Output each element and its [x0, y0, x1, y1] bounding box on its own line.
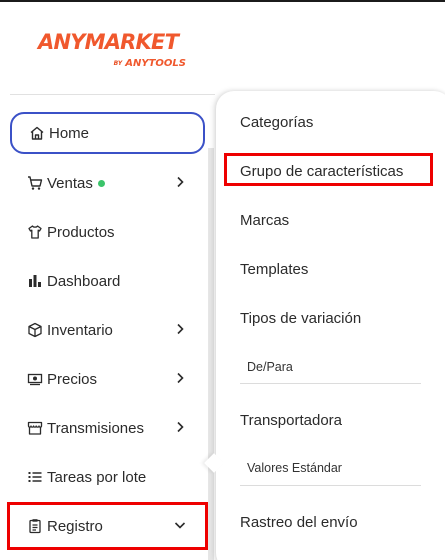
- app-frame: ANYMARKET BY ANYTOOLS Home Ventas Product: [0, 0, 445, 560]
- chevron-right-icon: [177, 323, 184, 335]
- submenu-subitem-de-para[interactable]: De/Para: [247, 360, 293, 374]
- money-icon: [26, 370, 44, 388]
- chevron-right-icon: [177, 372, 184, 384]
- sidebar-item-ventas[interactable]: Ventas: [10, 162, 205, 204]
- chevron-right-icon: [177, 421, 184, 433]
- home-icon: [28, 124, 46, 142]
- sidebar-item-tareas-por-lote[interactable]: Tareas por lote: [10, 456, 205, 498]
- chevron-right-icon: [177, 176, 184, 188]
- submenu-item-rastreo-del-envio[interactable]: Rastreo del envío: [240, 514, 358, 531]
- highlight-box-grupo: [224, 153, 433, 186]
- sidebar-divider: [10, 94, 215, 95]
- submenu-divider: [240, 485, 421, 486]
- logo-wordmark: ANYMARKET: [38, 30, 179, 54]
- cart-icon: [26, 174, 44, 192]
- submenu-subitem-valores-estandar[interactable]: Valores Estándar: [247, 461, 342, 475]
- sidebar-item-label: Inventario: [47, 321, 113, 339]
- submenu-divider: [240, 383, 421, 384]
- submenu-item-categorias[interactable]: Categorías: [240, 114, 313, 131]
- sidebar-item-label: Home: [49, 124, 90, 142]
- anymarket-logo[interactable]: ANYMARKET BY ANYTOOLS: [38, 30, 188, 74]
- sidebar-item-label: Precios: [47, 370, 98, 388]
- sidebar-item-inventario[interactable]: Inventario: [10, 309, 205, 351]
- sidebar-item-home[interactable]: Home: [10, 112, 205, 154]
- sidebar-item-label: Productos: [47, 223, 115, 241]
- submenu-item-templates[interactable]: Templates: [240, 261, 308, 278]
- sidebar-item-transmisiones[interactable]: Transmisiones: [10, 407, 205, 449]
- logo-by: BY: [113, 59, 123, 67]
- registro-submenu: Categorías Grupo de características Marc…: [216, 91, 445, 560]
- sidebar-item-label: Transmisiones: [47, 419, 144, 437]
- submenu-item-tipos-de-variacion[interactable]: Tipos de variación: [240, 310, 361, 327]
- list-icon: [26, 468, 44, 486]
- shirt-icon: [26, 223, 44, 241]
- sidebar-item-dashboard[interactable]: Dashboard: [10, 260, 205, 302]
- store-icon: [26, 419, 44, 437]
- submenu-item-marcas[interactable]: Marcas: [240, 212, 289, 229]
- sidebar-item-label: Dashboard: [47, 272, 121, 290]
- sidebar: ANYMARKET BY ANYTOOLS Home Ventas Product: [0, 2, 215, 560]
- sidebar-item-label: Ventas: [47, 174, 93, 192]
- sidebar-item-productos[interactable]: Productos: [10, 211, 205, 253]
- box-icon: [26, 321, 44, 339]
- bar-chart-icon: [26, 272, 44, 290]
- highlight-box-registro: [7, 502, 208, 550]
- status-dot: [97, 179, 105, 187]
- logo-anytools: ANYTOOLS: [125, 58, 186, 69]
- sidebar-item-label: Tareas por lote: [47, 468, 147, 486]
- sidebar-scrollbar[interactable]: [208, 148, 214, 560]
- submenu-item-transportadora[interactable]: Transportadora: [240, 412, 342, 429]
- sidebar-item-precios[interactable]: Precios: [10, 358, 205, 400]
- logo-subtitle: BY ANYTOOLS: [114, 58, 186, 69]
